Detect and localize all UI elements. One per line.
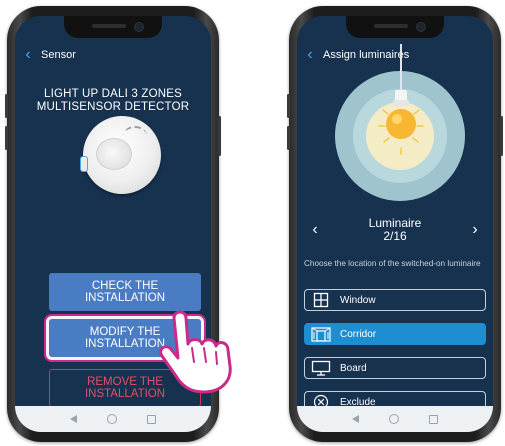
volume-up-button <box>287 94 290 118</box>
window-icon <box>308 291 334 309</box>
location-hint: Choose the location of the switched-on l… <box>304 259 481 268</box>
light-bulb-icon <box>378 90 424 155</box>
back-chevron-icon[interactable]: ‹ <box>15 47 41 63</box>
product-title-line-2: MULTISENSOR DETECTOR <box>36 101 190 113</box>
power-button <box>218 116 221 156</box>
speaker <box>92 24 126 28</box>
header-title: Assign luminaires <box>323 49 410 61</box>
speaker <box>374 24 408 28</box>
nav-back-icon[interactable] <box>70 415 77 423</box>
volume-down-button <box>287 126 290 150</box>
android-nav-bar <box>15 406 211 432</box>
right-screen: ‹ Assign luminaires ‹ Luminaire 2/16 › C… <box>297 16 493 432</box>
previous-luminaire-icon[interactable]: ‹ <box>297 221 333 239</box>
power-button <box>500 116 503 156</box>
notch <box>64 16 162 38</box>
hand-pointer-icon <box>159 310 232 394</box>
location-option-corridor[interactable]: Corridor <box>304 323 486 345</box>
check-label-line-1: CHECK THE <box>91 280 159 292</box>
nav-back-icon[interactable] <box>352 415 359 423</box>
location-label: Board <box>340 362 367 374</box>
nav-home-icon[interactable] <box>389 414 399 424</box>
sensor-device-image <box>80 116 161 194</box>
nav-home-icon[interactable] <box>107 414 117 424</box>
volume-up-button <box>5 94 8 118</box>
luminaire-counter: 2/16 <box>383 229 407 243</box>
board-icon <box>308 359 334 377</box>
back-chevron-icon[interactable]: ‹ <box>297 47 323 63</box>
product-title-line-1: LIGHT UP DALI 3 ZONES <box>44 88 182 100</box>
assign-header: ‹ Assign luminaires <box>297 44 493 66</box>
location-label: Window <box>340 294 376 306</box>
sensor-header: ‹ Sensor <box>15 44 211 66</box>
sensor-clip <box>80 156 88 172</box>
android-nav-bar <box>297 406 493 432</box>
location-label: Corridor <box>340 328 377 340</box>
lamp-cord <box>400 44 402 92</box>
next-luminaire-icon[interactable]: › <box>457 221 493 239</box>
nav-recents-icon[interactable] <box>147 414 156 424</box>
nav-recents-icon[interactable] <box>429 414 438 424</box>
luminaire-selector: ‹ Luminaire 2/16 › <box>297 213 493 247</box>
location-option-window[interactable]: Window <box>304 289 486 311</box>
volume-down-button <box>5 126 8 150</box>
front-camera <box>134 22 144 32</box>
sensor-vent <box>123 126 147 146</box>
front-camera <box>416 22 426 32</box>
header-title: Sensor <box>41 49 76 61</box>
notch <box>346 16 444 38</box>
location-option-board[interactable]: Board <box>304 357 486 379</box>
right-phone-frame: ‹ Assign luminaires ‹ Luminaire 2/16 › C… <box>287 6 503 442</box>
product-title: LIGHT UP DALI 3 ZONES MULTISENSOR DETECT… <box>15 88 211 114</box>
corridor-icon <box>308 325 334 343</box>
